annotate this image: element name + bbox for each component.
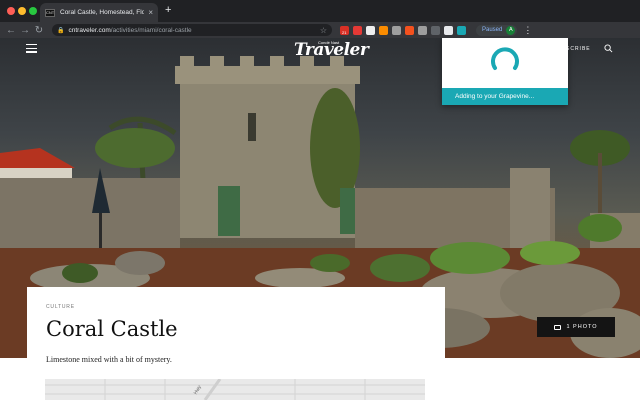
page-title: Coral Castle xyxy=(46,317,178,341)
tab-strip: CNT Coral Castle, Homestead, Florid × + xyxy=(0,0,640,22)
address-bar[interactable]: 🔒 cntraveler.com /activities/miami/coral… xyxy=(52,24,332,36)
rubric-label[interactable]: CULTURE xyxy=(46,304,426,310)
tab-close-icon[interactable]: × xyxy=(148,8,153,17)
square-extension-icon[interactable] xyxy=(405,25,414,35)
site-logo[interactable]: Traveler xyxy=(294,40,369,60)
mail-extension-icon[interactable]: 21 xyxy=(340,25,349,35)
favicon-icon: CNT xyxy=(45,8,55,17)
minimize-window-button[interactable] xyxy=(18,7,26,15)
page-viewport: Condé Nast Traveler SCRIBE Adding to you… xyxy=(0,38,640,400)
grapevine-popup: Adding to your Grapevine... xyxy=(442,38,568,105)
vee-extension-icon[interactable] xyxy=(418,25,427,35)
photo-icon xyxy=(554,324,562,330)
tab-title: Coral Castle, Homestead, Florid xyxy=(60,9,145,16)
profile-status: Paused xyxy=(482,27,503,33)
browser-tab[interactable]: CNT Coral Castle, Homestead, Florid × xyxy=(40,3,158,22)
forward-button[interactable]: → xyxy=(18,25,32,36)
zoom-window-button[interactable] xyxy=(29,7,37,15)
page-extension-icon[interactable] xyxy=(444,25,453,35)
loading-spinner-icon xyxy=(491,47,519,70)
close-window-button[interactable] xyxy=(7,7,15,15)
browser-menu-icon[interactable]: ⋮ xyxy=(523,25,532,36)
new-tab-button[interactable]: + xyxy=(165,4,171,16)
map-streets xyxy=(45,379,425,400)
search-icon[interactable] xyxy=(604,44,613,53)
profile-button[interactable]: Paused A xyxy=(476,24,518,36)
extension-bar: 21 xyxy=(340,25,470,35)
subscribe-link[interactable]: SCRIBE xyxy=(566,46,591,52)
url-path: /activities/miami/coral-castle xyxy=(110,26,192,34)
reload-button[interactable]: ↻ xyxy=(32,25,46,36)
shield-extension-icon[interactable] xyxy=(431,25,440,35)
grid-extension-icon[interactable] xyxy=(379,25,388,35)
photo-gallery-button[interactable]: 1 PHOTO xyxy=(537,317,615,337)
red-circle-extension-icon[interactable] xyxy=(353,25,362,35)
browser-toolbar: ← → ↻ 🔒 cntraveler.com /activities/miami… xyxy=(0,22,640,38)
lock-icon: 🔒 xyxy=(57,27,65,34)
url-host: cntraveler.com xyxy=(68,26,111,34)
grapevine-extension-icon[interactable] xyxy=(457,25,466,35)
back-button[interactable]: ← xyxy=(4,25,18,36)
hamburger-menu-icon[interactable] xyxy=(26,44,37,53)
popup-message: Adding to your Grapevine... xyxy=(442,88,568,105)
avatar: A xyxy=(506,25,516,35)
photo-button-label: 1 PHOTO xyxy=(566,324,598,330)
bookmark-star-icon[interactable]: ☆ xyxy=(320,26,327,35)
notification-badge: 21 xyxy=(341,29,348,35)
mouse-extension-icon[interactable] xyxy=(366,25,375,35)
article-dek: Limestone mixed with a bit of mystery. xyxy=(46,355,172,364)
location-map[interactable]: Hwy xyxy=(45,379,425,400)
tag-extension-icon[interactable] xyxy=(392,25,401,35)
